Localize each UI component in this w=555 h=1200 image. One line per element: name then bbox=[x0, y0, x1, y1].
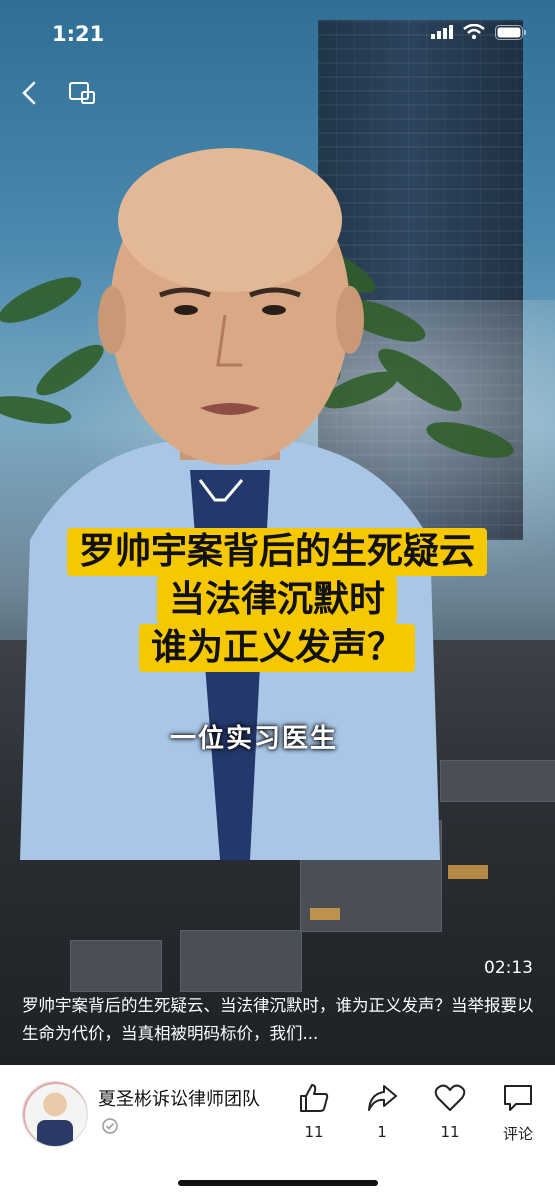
cellular-signal-icon bbox=[431, 25, 453, 39]
verified-badge-icon bbox=[102, 1118, 118, 1134]
comment-label: 评论 bbox=[502, 1125, 533, 1143]
comment-icon bbox=[504, 1085, 532, 1111]
share-icon bbox=[368, 1085, 397, 1111]
status-time: 1:21 bbox=[52, 22, 105, 46]
back-icon[interactable] bbox=[18, 80, 40, 110]
like-button[interactable]: 11 bbox=[280, 1083, 348, 1144]
battery-icon bbox=[495, 24, 526, 40]
home-indicator[interactable] bbox=[178, 1180, 378, 1186]
description-text: 罗帅宇案背后的生死疑云、当法律沉默时，谁为正义发声？当举报要以生命为代价，当真相… bbox=[22, 996, 534, 1043]
favorite-button[interactable]: 11 bbox=[416, 1083, 484, 1144]
heart-icon bbox=[434, 1084, 466, 1111]
author-name: 夏圣彬诉讼律师团队 bbox=[98, 1089, 260, 1110]
favorite-count: 11 bbox=[440, 1123, 460, 1141]
picture-in-picture-icon[interactable] bbox=[68, 80, 96, 110]
video-title-overlay: 罗帅宇案背后的生死疑云 当法律沉默时 谁为正义发声？ bbox=[16, 528, 538, 672]
thumbs-up-icon bbox=[300, 1084, 329, 1112]
title-line-2: 当法律沉默时 bbox=[156, 576, 397, 624]
video-duration: 02:13 bbox=[484, 958, 533, 978]
author-name-block[interactable]: 夏圣彬诉讼律师团队 bbox=[98, 1087, 268, 1139]
author-avatar[interactable] bbox=[22, 1081, 88, 1147]
like-count: 11 bbox=[304, 1123, 324, 1141]
video-subtitle: 一位实习医生 bbox=[170, 724, 339, 754]
status-bar: 1:21 bbox=[0, 0, 555, 60]
comment-button[interactable]: 评论 bbox=[484, 1083, 552, 1144]
video-player[interactable]: 1:21 罗帅宇案背后的生死疑云 当法律沉默时 谁为正义发声？ 一位实习医生 0… bbox=[0, 0, 555, 1065]
video-description[interactable]: 罗帅宇案背后的生死疑云、当法律沉默时，谁为正义发声？当举报要以生命为代价，当真相… bbox=[22, 992, 534, 1048]
wifi-icon bbox=[463, 24, 485, 40]
title-line-3: 谁为正义发声？ bbox=[138, 624, 415, 672]
share-count: 1 bbox=[377, 1123, 387, 1141]
title-line-1: 罗帅宇案背后的生死疑云 bbox=[66, 528, 487, 576]
share-button[interactable]: 1 bbox=[348, 1083, 416, 1144]
